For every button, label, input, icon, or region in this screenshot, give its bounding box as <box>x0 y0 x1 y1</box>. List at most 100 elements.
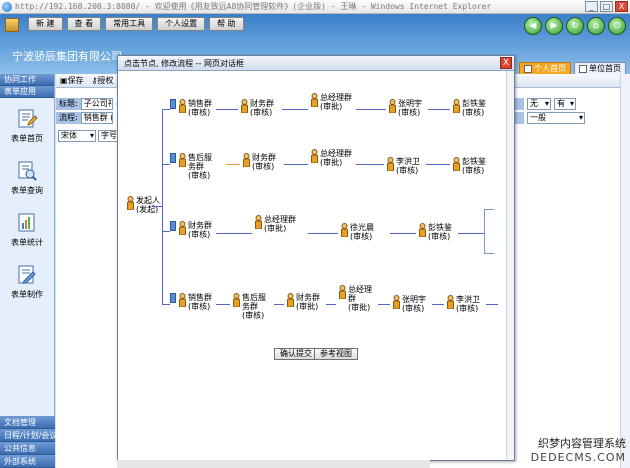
sidebar-header-public-info[interactable]: 公共信息 <box>0 442 55 455</box>
sidebar-item-form-stats[interactable]: 表单统计 <box>0 212 54 260</box>
node-text: 李洪卫 (审核) <box>396 157 420 175</box>
sidebar-header-external[interactable]: 外部系统 <box>0 455 55 468</box>
node-name: 张明宇 <box>402 295 426 304</box>
flow-node[interactable]: 李洪卫 (审核) <box>446 295 480 313</box>
person-icon <box>419 223 426 237</box>
home-icon[interactable]: ⌂ <box>587 17 605 35</box>
font-select[interactable]: 宋体 <box>58 130 96 142</box>
node-role: (审核) <box>350 232 373 241</box>
sidebar-header-schedule[interactable]: 日程/计划/会议 <box>0 429 57 442</box>
flow-node[interactable]: 总经理群 (审批) <box>310 93 352 111</box>
flow-node[interactable]: 财务群 (审核) <box>240 99 274 117</box>
sidebar-header-collab[interactable]: 协同工作 <box>0 74 54 86</box>
flow-node[interactable]: 彭铁鉴 (审核) <box>452 99 486 117</box>
flow-link <box>428 109 450 110</box>
person-icon <box>127 196 134 210</box>
user-icon <box>524 64 532 73</box>
priority-select[interactable]: 一般 <box>527 112 585 124</box>
menu-personal-settings[interactable]: 个人设置 <box>157 17 206 31</box>
back-icon[interactable]: ◀ <box>524 17 542 35</box>
node-text: 财务群 (审核) <box>188 221 212 239</box>
flow-link <box>282 109 308 110</box>
sidebar-header-forms[interactable]: 表单应用 <box>0 86 54 98</box>
flow-link <box>216 233 252 234</box>
sidebar: 协同工作 表单应用 表单首页 表单查询 表单统计 表单制作 文档管理 日程/计划… <box>0 74 57 468</box>
sidebar-item-form-design-label: 表单制作 <box>11 290 43 299</box>
flow-node[interactable]: 销售群 (审核) <box>170 99 212 117</box>
logout-icon[interactable]: ⏻ <box>608 17 626 35</box>
person-icon <box>243 153 250 167</box>
node-name: 财务群 <box>188 221 212 230</box>
maximize-button[interactable]: □ <box>600 1 613 12</box>
sidebar-header-docs[interactable]: 文档管理 <box>0 416 55 429</box>
menu-tools[interactable]: 常用工具 <box>105 17 154 31</box>
save-button[interactable]: ▣保存 <box>60 75 84 86</box>
menu-help[interactable]: 帮 助 <box>209 17 244 31</box>
sidebar-item-form-query[interactable]: 表单查询 <box>0 160 54 208</box>
authorize-button[interactable]: ⚷授权 <box>92 75 114 86</box>
tab-personal-home-label: 个人首页 <box>534 64 566 73</box>
initiator-name: 发起人 <box>136 196 160 205</box>
node-text: 售后服务群 (审核) <box>188 153 218 180</box>
menu-view[interactable]: 查 看 <box>66 17 102 31</box>
flow-node-initiator[interactable]: 发起人 (发起) <box>126 196 160 214</box>
person-icon <box>287 293 294 307</box>
flow-input[interactable]: 销售群 ( <box>80 112 113 124</box>
node-name: 财务群 <box>250 99 274 108</box>
menu-new[interactable]: 新 建 <box>28 17 63 31</box>
flow-node[interactable]: 李洪卫 (审核) <box>386 157 420 175</box>
flow-node[interactable]: 总经理群 (审批) <box>310 149 352 167</box>
node-text: 总经理群 (审批) <box>348 285 376 312</box>
form-stats-icon <box>18 213 35 232</box>
flow-link <box>216 304 230 305</box>
node-role: (审核) <box>188 230 211 239</box>
node-text: 财务群 (审核) <box>252 153 276 171</box>
person-icon <box>179 153 186 167</box>
flow-link <box>308 233 338 234</box>
node-role: (审批) <box>296 302 319 311</box>
flow-link <box>484 253 494 254</box>
flow-link <box>284 164 308 165</box>
node-marker-icon <box>170 153 176 163</box>
flow-node[interactable]: 财务群 (审批) <box>286 293 320 311</box>
flow-node[interactable]: 总经理群 (审批) <box>254 215 296 233</box>
node-name: 总经理群 <box>348 285 372 303</box>
form-row-options: 无 有 <box>514 98 576 110</box>
flow-label: 流程: <box>56 112 81 124</box>
refresh-icon[interactable]: ↻ <box>566 17 584 35</box>
flow-node[interactable]: 财务群 (审核) <box>170 221 212 239</box>
sidebar-item-form-home[interactable]: 表单首页 <box>0 108 54 156</box>
flow-node[interactable]: 张明宇 (审核) <box>392 295 426 313</box>
flow-link <box>484 209 494 210</box>
node-name: 售后服务群 <box>188 153 212 171</box>
person-icon <box>179 293 186 307</box>
node-name: 李洪卫 <box>456 295 480 304</box>
flow-node[interactable]: 财务群 (审核) <box>242 153 276 171</box>
option-select-1[interactable]: 无 <box>527 98 551 110</box>
close-window-button[interactable]: X <box>615 1 628 12</box>
flow-node[interactable]: 售后服务群 (审核) <box>232 293 270 320</box>
flow-node[interactable]: 销售群 (审核) <box>170 293 212 311</box>
confirm-submit-button[interactable]: 确认提交 <box>274 348 318 360</box>
minimize-button[interactable]: _ <box>585 1 598 12</box>
flow-node[interactable]: 彭铁鉴 (审核) <box>418 223 452 241</box>
dialog-title: 点击节点, 修改流程 -- 网页对话框 <box>118 56 514 71</box>
flow-node[interactable]: 徐光晨 (审核) <box>340 223 374 241</box>
forward-icon[interactable]: ▶ <box>545 17 563 35</box>
form-row-priority: 一般 <box>514 112 585 124</box>
dialog-close-button[interactable]: X <box>500 57 512 69</box>
reference-view-button[interactable]: 参考视图 <box>314 348 358 360</box>
node-text: 售后服务群 (审核) <box>242 293 270 320</box>
watermark: 织梦内容管理系统 DEDECMS.COM <box>531 435 626 464</box>
sidebar-item-form-design[interactable]: 表单制作 <box>0 264 54 312</box>
flow-node[interactable]: 总经理群 (审批) <box>338 285 376 312</box>
dialog-scrollbar[interactable] <box>506 71 514 460</box>
flow-node[interactable]: 售后服务群 (审核) <box>170 153 218 180</box>
flow-node[interactable]: 张明宇 (审核) <box>388 99 422 117</box>
node-marker-icon <box>170 99 176 109</box>
option-select-2[interactable]: 有 <box>554 98 576 110</box>
flow-node[interactable]: 彭铁鉴 (审核) <box>452 157 486 175</box>
content-scrollbar[interactable] <box>620 74 630 468</box>
title-input[interactable]: 子公司礼 <box>80 98 113 110</box>
watermark-line1: 织梦内容管理系统 <box>538 437 626 450</box>
